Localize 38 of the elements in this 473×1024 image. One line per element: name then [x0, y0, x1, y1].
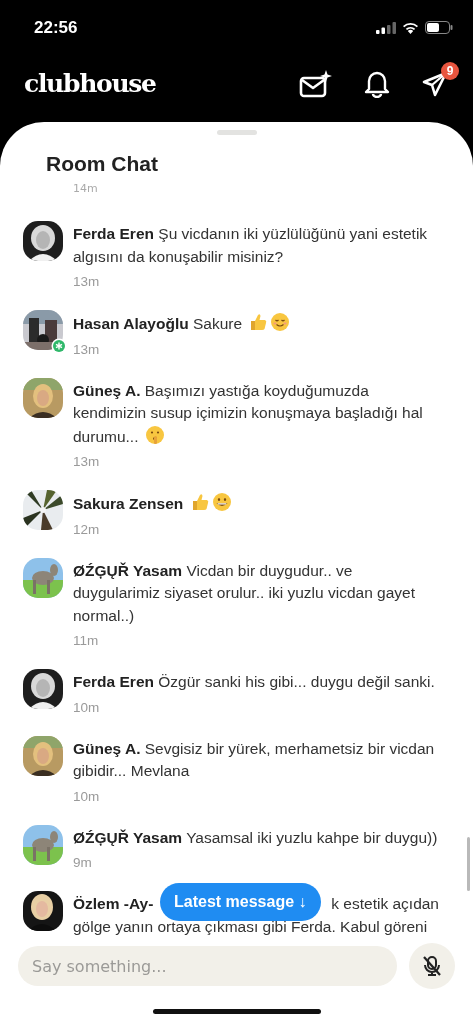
timestamp: 13m: [73, 340, 100, 359]
message-text: durumu...: [73, 427, 139, 445]
timestamp: 10m: [73, 787, 100, 806]
sender-name: Özlem -Ay-: [73, 894, 154, 914]
message-text: k estetik açıdan: [331, 894, 439, 914]
mic-button[interactable]: [409, 943, 455, 989]
thumbs-up-icon: [248, 312, 269, 332]
microphone-off-icon: [420, 954, 444, 978]
message-text: ØŹĢŲŘ Yasam Vicdan bir duygudur.. ve duygularimiz siyaset orulur.. iki yuzlu vicdan gayet normal..): [73, 561, 415, 624]
drag-handle[interactable]: [216, 130, 257, 135]
wifi-icon: [402, 21, 419, 34]
timestamp: 9m: [73, 854, 92, 872]
message-text: Güneş A. Sevgisiz bir yürek, merhametsiz bir vicdan gibidir... Mevlana: [73, 739, 435, 779]
smiling-face-icon: [270, 312, 291, 332]
message-field[interactable]: Say something...: [18, 946, 397, 986]
battery-icon: [425, 21, 453, 34]
timestamp: 10m: [73, 698, 100, 717]
message-text: Hasan Alayoğlu Sakure: [73, 315, 243, 332]
timestamp: 11m: [73, 632, 99, 650]
status-time: 22:56: [34, 17, 78, 38]
timestamp: 14m: [73, 182, 98, 196]
signal-icon: [376, 21, 396, 34]
bell-button[interactable]: [363, 69, 391, 98]
timestamp: 12m: [73, 520, 100, 539]
grinning-face-icon: [211, 492, 232, 512]
scrollbar: [467, 837, 470, 891]
message-text: Sakura Zensen: [73, 495, 184, 512]
shushing-face-icon: [144, 424, 165, 445]
message-text: ØŹĢŲŘ Yasam Yasamsal iki yuzlu kahpe bir duygu)): [73, 828, 438, 846]
message-text: Ferda Eren Özgür sanki his gibi... duygu değil sanki.: [73, 673, 435, 690]
notification-badge: 9: [441, 61, 459, 80]
message-text: Ferda Eren Şu vicdanın iki yüzlülüğünü yani estetik algısını da konuşabilir misiniz?: [73, 225, 428, 265]
logo: clubhouse: [24, 69, 157, 98]
timestamp: 13m: [73, 453, 100, 471]
latest-message-button[interactable]: Latest message ↓: [160, 883, 321, 921]
room-chat-title: Room Chat: [46, 151, 159, 177]
timestamp: 13m: [73, 273, 100, 291]
invite-button[interactable]: [299, 69, 333, 98]
